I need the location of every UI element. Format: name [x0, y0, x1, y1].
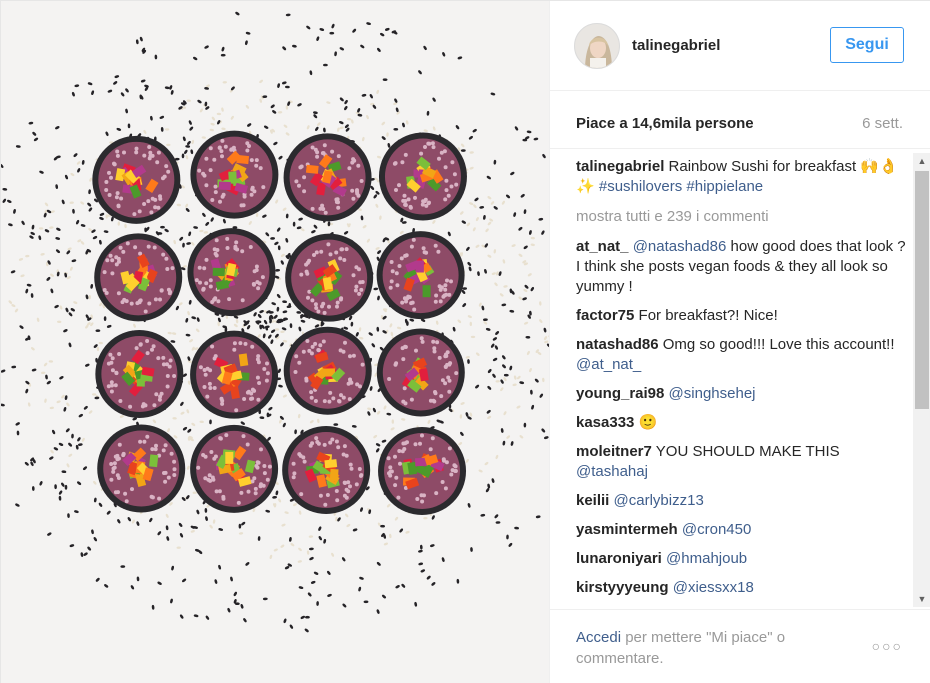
mention-link[interactable]: @hmahjoub — [666, 550, 747, 567]
sushi-roll — [283, 326, 372, 415]
comment-item: yasmintermeh @cron450 — [576, 520, 908, 540]
avatar[interactable] — [574, 23, 620, 69]
post-caption: talinegabriel Rainbow Sushi for breakfas… — [576, 157, 908, 197]
sushi-roll — [92, 135, 181, 224]
sushi-roll — [190, 330, 279, 419]
sushi-roll — [376, 231, 465, 320]
likes-count[interactable]: Piace a 14,6mila persone — [576, 115, 754, 132]
comment-item: young_rai98 @singhsehej — [576, 384, 908, 404]
post-date[interactable]: 6 sett. — [862, 115, 903, 132]
comment-username[interactable]: young_rai98 — [576, 385, 664, 402]
comment-item: lunaroniyari @hmahjoub — [576, 549, 908, 569]
comment-item: at_nat_ @natashad86 how good does that l… — [576, 237, 908, 297]
comment-username[interactable]: at_nat_ — [576, 238, 629, 255]
scroll-down-arrow-icon[interactable]: ▼ — [913, 591, 930, 607]
mention-link[interactable]: @cron450 — [682, 521, 751, 538]
hashtag-link[interactable]: #hippielane — [686, 178, 763, 195]
mention-link[interactable]: @carlybizz13 — [614, 492, 704, 509]
comment-username[interactable]: lunaroniyari — [576, 550, 662, 567]
comment-text: For breakfast?! Nice! — [638, 307, 778, 324]
mention-link[interactable]: @at_nat_ — [576, 356, 641, 373]
sushi-roll — [376, 328, 465, 417]
post-header: talinegabriel Segui — [550, 1, 930, 91]
sushi-roll — [94, 233, 183, 322]
mention-link[interactable]: @singhsehej — [669, 385, 756, 402]
comment-text: 🙂 — [638, 414, 658, 431]
comment-username[interactable]: factor75 — [576, 307, 634, 324]
comment-item: moleitner7 YOU SHOULD MAKE THIS @tashaha… — [576, 442, 908, 482]
comment-text: Omg so good!!! Love this account!! — [662, 336, 895, 353]
comment-username[interactable]: yasmintermeh — [576, 521, 678, 538]
comment-username[interactable]: keilii — [576, 492, 609, 509]
mention-link[interactable]: @natashad86 — [633, 238, 727, 255]
comment-item: keilii @carlybizz13 — [576, 491, 908, 511]
scrollbar-thumb[interactable] — [915, 171, 929, 409]
sushi-roll — [378, 427, 467, 516]
post-footer: Accedi per mettere "Mi piace" o commenta… — [550, 609, 930, 683]
sushi-roll — [378, 132, 467, 221]
sushi-roll — [190, 424, 279, 513]
comment-username[interactable]: kasa333 — [576, 414, 634, 431]
comment-items: at_nat_ @natashad86 how good does that l… — [576, 237, 908, 598]
comments-list[interactable]: talinegabriel Rainbow Sushi for breakfas… — [576, 157, 908, 605]
comment-item: factor75 For breakfast?! Nice! — [576, 306, 908, 326]
likes-row: Piace a 14,6mila persone 6 sett. — [550, 91, 930, 149]
view-all-comments-link[interactable]: mostra tutti e 239 i commenti — [576, 207, 908, 227]
comment-text: YOU SHOULD MAKE THIS — [655, 443, 840, 460]
mention-link[interactable]: @xiessxx18 — [673, 579, 754, 596]
comment-username[interactable]: kirstyyyeung — [576, 579, 669, 596]
comment-item: natashad86 Omg so good!!! Love this acco… — [576, 335, 908, 375]
instagram-post-modal: talinegabriel Segui Piace a 14,6mila per… — [0, 0, 930, 683]
post-photo[interactable] — [1, 1, 549, 683]
sushi-roll — [187, 228, 276, 317]
more-options-icon[interactable]: ○○○ — [872, 638, 903, 654]
caption-username[interactable]: talinegabriel — [576, 158, 664, 175]
mention-link[interactable]: @tashahaj — [576, 463, 648, 480]
sushi-roll — [283, 133, 372, 222]
comment-item: kasa333 🙂 — [576, 413, 908, 433]
avatar-image — [575, 24, 619, 68]
comment-item: kirstyyyeung @xiessxx18 — [576, 578, 908, 598]
post-author-username[interactable]: talinegabriel — [632, 37, 720, 54]
sushi-roll — [95, 330, 184, 419]
post-side-panel: talinegabriel Segui Piace a 14,6mila per… — [549, 1, 930, 683]
sushi-roll — [190, 130, 279, 219]
sushi-photo-image — [1, 1, 549, 683]
comment-username[interactable]: moleitner7 — [576, 443, 652, 460]
follow-button[interactable]: Segui — [830, 27, 904, 63]
sushi-roll — [285, 233, 374, 322]
sushi-roll — [97, 424, 186, 513]
login-link[interactable]: Accedi — [576, 629, 621, 646]
scroll-up-arrow-icon[interactable]: ▲ — [913, 153, 930, 169]
sushi-roll — [282, 425, 371, 514]
comment-username[interactable]: natashad86 — [576, 336, 659, 353]
comments-scrollbar[interactable]: ▲ ▼ — [913, 153, 930, 607]
login-prompt: Accedi per mettere "Mi piace" o commenta… — [576, 627, 846, 669]
hashtag-link[interactable]: #sushilovers — [599, 178, 682, 195]
